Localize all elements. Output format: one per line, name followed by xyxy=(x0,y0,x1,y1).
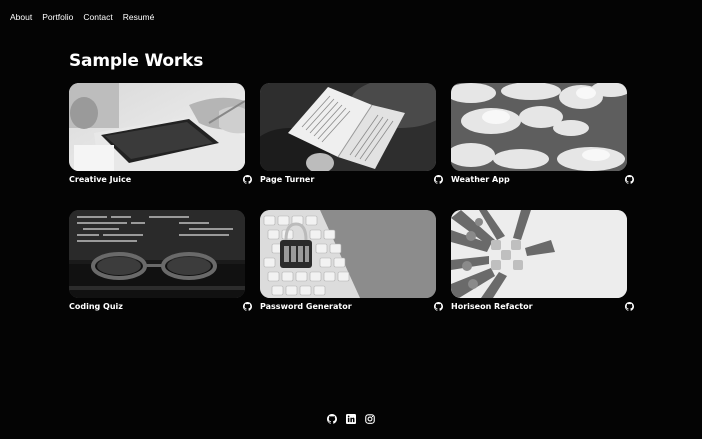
project-name[interactable]: Page Turner xyxy=(260,175,314,184)
footer-social-links xyxy=(327,414,375,424)
project-thumbnail[interactable] xyxy=(451,83,627,171)
github-icon[interactable] xyxy=(243,302,252,311)
project-card-horiseon-refactor[interactable]: Horiseon Refactor xyxy=(451,210,634,316)
nav-resume-link[interactable]: Resumé xyxy=(123,12,155,22)
instagram-icon[interactable] xyxy=(365,414,375,424)
project-name[interactable]: Creative Juice xyxy=(69,175,131,184)
github-icon[interactable] xyxy=(327,414,337,424)
project-card-creative-juice[interactable]: Creative Juice xyxy=(69,83,252,189)
project-thumbnail[interactable] xyxy=(69,210,245,298)
project-name[interactable]: Weather App xyxy=(451,175,510,184)
project-card-page-turner[interactable]: Page Turner xyxy=(260,83,443,189)
nav-contact-link[interactable]: Contact xyxy=(83,12,112,22)
github-icon[interactable] xyxy=(625,175,634,184)
project-thumbnail[interactable] xyxy=(260,210,436,298)
top-nav: About Portfolio Contact Resumé xyxy=(10,12,154,22)
puzzle-hands-photo xyxy=(451,210,627,298)
project-thumbnail[interactable] xyxy=(69,83,245,171)
nav-portfolio-link[interactable]: Portfolio xyxy=(42,12,73,22)
page-title: Sample Works xyxy=(69,51,204,71)
project-card-weather-app[interactable]: Weather App xyxy=(451,83,634,189)
project-card-password-generator[interactable]: Password Generator xyxy=(260,210,443,316)
clouds-sky-photo xyxy=(451,83,627,171)
github-icon[interactable] xyxy=(243,175,252,184)
linkedin-icon[interactable] xyxy=(346,414,356,424)
tablet-writing-photo xyxy=(69,83,245,171)
padlock-keyboard-photo xyxy=(260,210,436,298)
open-book-photo xyxy=(260,83,436,171)
github-icon[interactable] xyxy=(625,302,634,311)
project-thumbnail[interactable] xyxy=(260,83,436,171)
project-name[interactable]: Password Generator xyxy=(260,302,352,311)
project-grid: Creative Juice Page Turner Weather App C… xyxy=(69,83,634,316)
project-thumbnail[interactable] xyxy=(451,210,627,298)
glasses-code-screen-photo xyxy=(69,210,245,298)
project-name[interactable]: Horiseon Refactor xyxy=(451,302,533,311)
github-icon[interactable] xyxy=(434,302,443,311)
nav-about-link[interactable]: About xyxy=(10,12,32,22)
github-icon[interactable] xyxy=(434,175,443,184)
project-card-coding-quiz[interactable]: Coding Quiz xyxy=(69,210,252,316)
project-name[interactable]: Coding Quiz xyxy=(69,302,123,311)
